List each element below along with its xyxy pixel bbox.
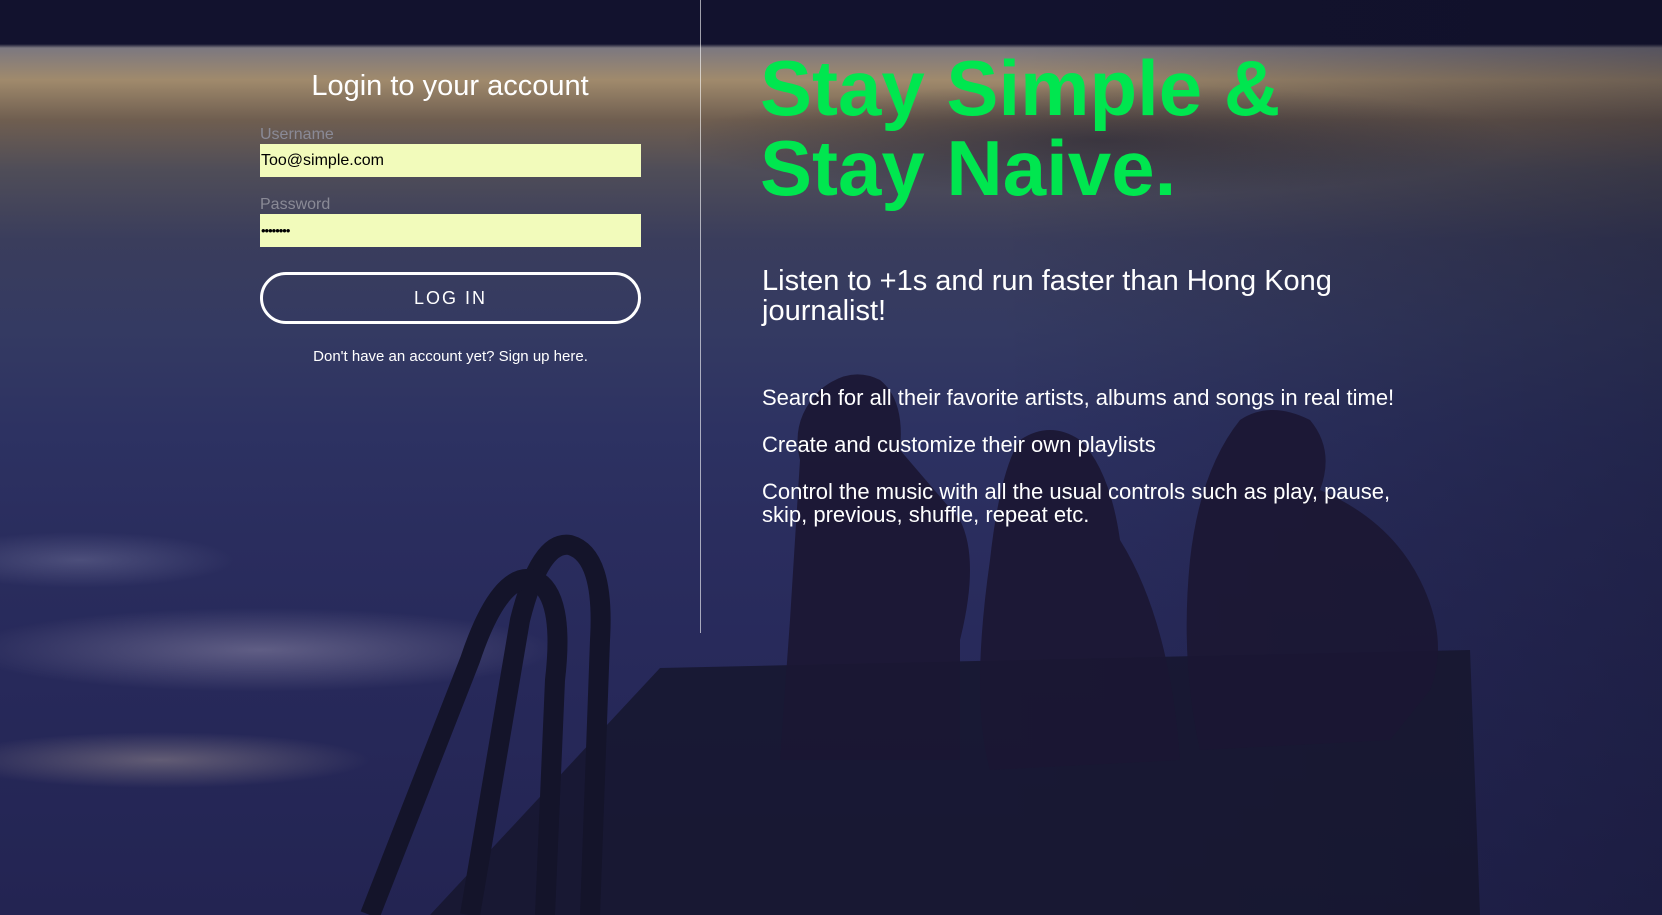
headline-line-2: Stay Naive. (760, 124, 1177, 212)
username-label: Username (260, 126, 334, 143)
headline: Stay Simple & Stay Naive. (760, 48, 1280, 208)
feature-item: Control the music with all the usual con… (762, 479, 1391, 527)
feature-item: Create and customize their own playlists (762, 432, 1156, 457)
login-title: Login to your account (311, 70, 589, 102)
subheadline: Listen to +1s and run faster than Hong K… (762, 265, 1332, 327)
signup-link[interactable]: Don't have an account yet? Sign up here. (260, 348, 641, 365)
feature-item: Search for all their favorite artists, a… (762, 385, 1395, 410)
headline-line-1: Stay Simple & (760, 44, 1281, 132)
login-button[interactable]: LOG IN (260, 272, 641, 324)
login-page: Login to your account Username Too@simpl… (0, 0, 1662, 915)
feature-list: Search for all their favorite artists, a… (762, 386, 1402, 550)
password-field[interactable]: •••••••• (260, 214, 641, 247)
username-field[interactable]: Too@simple.com (260, 144, 641, 177)
login-panel: Login to your account Username Too@simpl… (0, 0, 701, 633)
password-label: Password (260, 196, 331, 213)
